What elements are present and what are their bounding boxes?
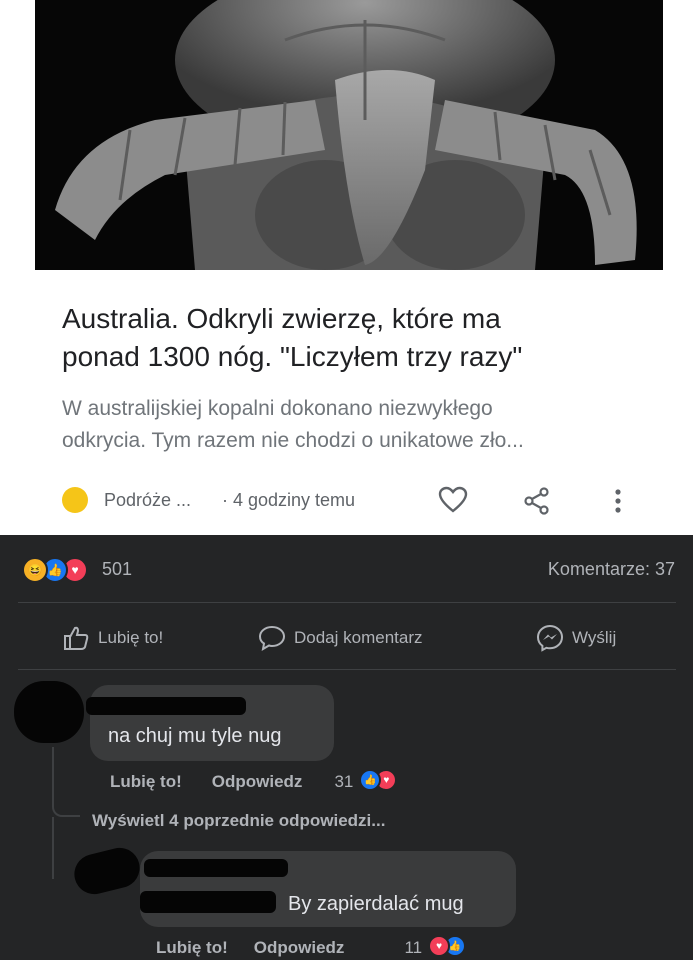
redacted-avatar (14, 681, 84, 743)
messenger-icon (536, 624, 564, 652)
love-reaction-icon: ♥ (428, 935, 451, 957)
comment-reactions[interactable]: 👍 ♥ (359, 769, 403, 793)
comment-button[interactable]: Dodaj komentarz (258, 623, 423, 653)
redacted-name (144, 859, 288, 877)
facebook-post-footer: 😆 👍 ♥ 501 Komentarze: 37 Lubię to! Dodaj… (0, 535, 693, 960)
reply-text: By zapierdalać mug (288, 893, 464, 915)
share-icon[interactable] (522, 486, 552, 516)
redacted-name (86, 697, 246, 715)
view-previous-replies-link[interactable]: Wyświetl 4 poprzednie odpowiedzi... (92, 811, 385, 831)
reply-bubble[interactable]: By zapierdalać mug (140, 851, 516, 927)
comment-bubble-icon (258, 625, 286, 651)
snippet-line-2: odkrycia. Tym razem nie chodzi o unikato… (62, 429, 524, 452)
reply-actions: Lubię to! Odpowiedz 11 ♥ 👍 (156, 935, 468, 959)
comment-actions: Lubię to! Odpowiedz 31 👍 ♥ (110, 769, 403, 793)
send-button[interactable]: Wyślij (536, 623, 616, 653)
millipede-photo (35, 0, 663, 270)
headline-line-2: ponad 1300 nóg. "Liczyłem trzy razy" (62, 341, 523, 372)
comment-bubble[interactable]: na chuj mu tyle nug (86, 685, 334, 761)
reply-reactions[interactable]: ♥ 👍 (428, 935, 468, 959)
divider (18, 669, 676, 670)
more-vert-icon[interactable] (612, 488, 624, 514)
like-button-label: Lubię to! (98, 628, 164, 647)
divider (18, 602, 676, 603)
comment-reaction-count: 31 (334, 772, 354, 791)
comment-reply-link[interactable]: Odpowiedz (212, 772, 303, 792)
redacted-avatar (70, 843, 144, 899)
reaction-count: 501 (102, 559, 133, 579)
comment-like-link[interactable]: Lubię to! (110, 772, 182, 792)
article-time: · 4 godziny temu (222, 490, 356, 510)
comments-count[interactable]: Komentarze: 37 (548, 559, 675, 580)
redacted-mention (140, 891, 276, 913)
reply-like-link[interactable]: Lubię to! (156, 938, 228, 958)
thread-line (52, 747, 80, 817)
reply-reply-link[interactable]: Odpowiedz (254, 938, 345, 958)
thread-line (52, 817, 54, 879)
comment-button-label: Dodaj komentarz (294, 628, 423, 647)
comment-text: na chuj mu tyle nug (108, 725, 282, 747)
article-headline[interactable]: Australia. Odkryli zwierzę, które ma pon… (62, 300, 662, 376)
reply-reaction-count: 11 (404, 938, 423, 957)
thumbs-up-icon (64, 626, 89, 650)
article-snippet: W australijskiej kopalni dokonano niezwy… (62, 393, 662, 457)
headline-line-1: Australia. Odkryli zwierzę, które ma (62, 303, 501, 334)
heart-icon[interactable] (438, 486, 468, 514)
article-card[interactable]: Australia. Odkryli zwierzę, które ma pon… (0, 0, 693, 535)
like-button[interactable]: Lubię to! (62, 623, 163, 653)
source-name[interactable]: Podróże ... (104, 490, 191, 511)
snippet-line-1: W australijskiej kopalni dokonano niezwy… (62, 397, 493, 420)
source-logo-icon (62, 487, 88, 513)
article-image[interactable] (35, 0, 663, 270)
send-button-label: Wyślij (572, 628, 617, 647)
reaction-summary[interactable]: 😆 👍 ♥ 501 (22, 557, 142, 585)
haha-reaction-icon: 😆 (22, 557, 48, 583)
